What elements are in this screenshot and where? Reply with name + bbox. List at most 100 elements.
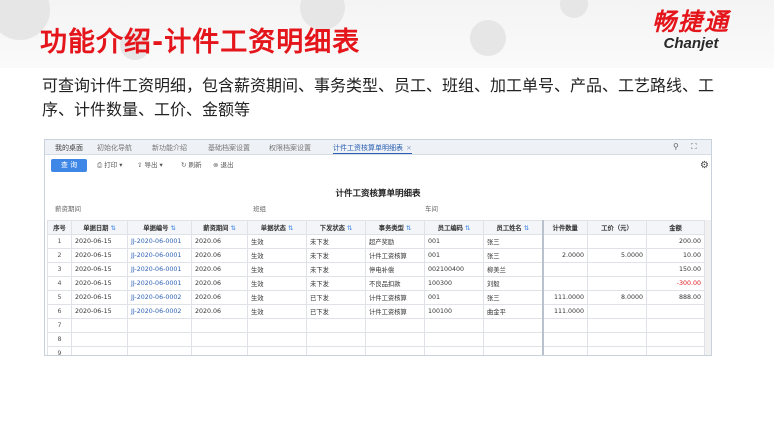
- cell-price: [587, 346, 647, 355]
- table-row[interactable]: 2 2020-06-15 JJ-2020-06-0001 2020.06 生效 未下发 计件…: [47, 248, 705, 263]
- export-button[interactable]: ⇪ 导出 ▾: [137, 160, 163, 171]
- close-icon[interactable]: ×: [406, 144, 412, 152]
- export-icon: ⇪: [137, 161, 143, 169]
- cell-emp-code: [424, 318, 484, 333]
- cell-no: 3: [47, 262, 72, 277]
- cell-emp-name: 曲金平: [483, 304, 543, 319]
- column-header[interactable]: 事务类型 ⇅: [365, 220, 425, 235]
- filter-team-label: 班组: [253, 205, 266, 213]
- column-header[interactable]: 单据日期 ⇅: [71, 220, 128, 235]
- sort-icon[interactable]: ⇅: [230, 225, 235, 232]
- tab-bar: 我的桌面 初始化导航 新功能介绍 基础档案设置 权限档案设置 计件工资核算单明细…: [45, 140, 711, 155]
- tab-basic-archive[interactable]: 基础档案设置: [208, 142, 250, 154]
- cell-qty: 2.0000: [541, 248, 588, 263]
- exit-button[interactable]: ⊗ 退出: [213, 160, 233, 171]
- column-header-label: 计件数量: [552, 225, 578, 232]
- column-header-label: 工价（元）: [601, 225, 633, 232]
- cell-qty: [541, 346, 588, 355]
- cell-code: JJ-2020-06-0001: [127, 276, 192, 291]
- exit-icon: ⊗: [213, 161, 219, 169]
- sort-icon[interactable]: ⇅: [465, 225, 470, 232]
- tab-my-desktop[interactable]: 我的桌面: [55, 142, 83, 154]
- table-row[interactable]: 1 2020-06-15 JJ-2020-06-0001 2020.06 生效 未下发 超产…: [47, 234, 705, 249]
- cell-period: [191, 318, 248, 333]
- cell-no: 9: [47, 346, 72, 355]
- cell-amount: 150.00: [646, 262, 705, 277]
- sort-icon[interactable]: ⇅: [524, 225, 529, 232]
- cell-dispatch: [306, 346, 366, 355]
- search-icon[interactable]: ⚲: [673, 142, 679, 152]
- cell-emp-name: [483, 346, 543, 355]
- sort-icon[interactable]: ⇅: [110, 225, 115, 232]
- column-header[interactable]: 员工编码 ⇅: [424, 220, 484, 235]
- print-label: 打印: [104, 161, 118, 169]
- cell-status: [247, 332, 307, 347]
- cell-qty: 111.0000: [541, 290, 588, 305]
- cell-code: JJ-2020-06-0002: [127, 304, 192, 319]
- query-button[interactable]: 查 询: [51, 159, 87, 172]
- tab-init-guide[interactable]: 初始化导航: [97, 142, 132, 154]
- cell-status: 生效: [247, 262, 307, 277]
- sort-icon[interactable]: ⇅: [170, 225, 175, 232]
- table-row[interactable]: 5 2020-06-15 JJ-2020-06-0002 2020.06 生效 已下发 计件…: [47, 290, 705, 305]
- sort-icon[interactable]: ⇅: [347, 225, 352, 232]
- tab-piecework-report-label: 计件工资核算单明细表: [333, 144, 403, 152]
- cell-emp-code: 001: [424, 248, 484, 263]
- table-row[interactable]: 3 2020-06-15 JJ-2020-06-0001 2020.06 生效 未下发 停电…: [47, 262, 705, 277]
- cell-qty: [541, 262, 588, 277]
- column-header[interactable]: 下发状态 ⇅: [306, 220, 366, 235]
- print-button[interactable]: ⎙ 打印 ▾: [97, 160, 123, 171]
- cell-dispatch: [306, 332, 366, 347]
- cell-period: [191, 332, 248, 347]
- column-header[interactable]: 员工姓名 ⇅: [483, 220, 543, 235]
- column-header-label: 单据编号: [143, 225, 169, 232]
- gear-icon[interactable]: ⚙: [700, 160, 709, 171]
- cell-emp-name: [483, 318, 543, 333]
- sort-icon[interactable]: ⇅: [288, 225, 293, 232]
- table-row[interactable]: 7: [47, 318, 705, 333]
- table-row[interactable]: 6 2020-06-15 JJ-2020-06-0002 2020.06 生效 已下发 计件…: [47, 304, 705, 319]
- export-label: 导出: [144, 161, 158, 169]
- cell-price: [587, 276, 647, 291]
- cell-emp-code: 002100400: [424, 262, 484, 277]
- column-header: 工价（元）: [587, 220, 647, 235]
- cell-date: 2020-06-15: [71, 304, 128, 319]
- column-header[interactable]: 薪资期间 ⇅: [191, 220, 248, 235]
- cell-amount: 10.00: [646, 248, 705, 263]
- cell-date: 2020-06-15: [71, 248, 128, 263]
- cell-price: [587, 262, 647, 277]
- table-row[interactable]: 8: [47, 332, 705, 347]
- cell-emp-name: 张三: [483, 234, 543, 249]
- column-header-label: 薪资期间: [203, 225, 229, 232]
- tab-permission-archive[interactable]: 权限档案设置: [269, 142, 311, 154]
- cell-status: 生效: [247, 290, 307, 305]
- column-header-label: 金额: [669, 225, 682, 232]
- table-header-row: 序号 单据日期 ⇅ 单据编号 ⇅ 薪资期间 ⇅ 单据状态 ⇅ 下发状态 ⇅ 事务类型 ⇅ 员…: [47, 220, 705, 235]
- refresh-button[interactable]: ↻ 刷新: [181, 160, 201, 171]
- cell-date: [71, 318, 128, 333]
- cell-dispatch: 未下发: [306, 248, 366, 263]
- table-row[interactable]: 9: [47, 346, 705, 355]
- cell-type: [365, 318, 425, 333]
- cell-date: 2020-06-15: [71, 276, 128, 291]
- column-header[interactable]: 单据状态 ⇅: [247, 220, 307, 235]
- tab-piecework-report[interactable]: 计件工资核算单明细表 ×: [333, 142, 412, 154]
- column-header[interactable]: 单据编号 ⇅: [127, 220, 192, 235]
- cell-type: 不良品扣款: [365, 276, 425, 291]
- cell-emp-name: 张三: [483, 248, 543, 263]
- tab-new-features[interactable]: 新功能介绍: [152, 142, 187, 154]
- cell-period: 2020.06: [191, 276, 248, 291]
- cell-no: 2: [47, 248, 72, 263]
- restore-icon[interactable]: ⛶: [691, 142, 697, 152]
- table-row[interactable]: 4 2020-06-15 JJ-2020-06-0001 2020.06 生效 未下发 不良…: [47, 276, 705, 291]
- cell-type: [365, 332, 425, 347]
- cell-status: 生效: [247, 276, 307, 291]
- vertical-scrollbar[interactable]: [705, 220, 711, 355]
- sort-icon[interactable]: ⇅: [406, 225, 411, 232]
- column-header-label: 序号: [53, 225, 66, 232]
- cell-no: 4: [47, 276, 72, 291]
- column-header-label: 员工姓名: [496, 225, 522, 232]
- cell-qty: 111.0000: [541, 304, 588, 319]
- cell-type: [365, 346, 425, 355]
- slide-title: 功能介绍-计件工资明细表: [40, 27, 361, 58]
